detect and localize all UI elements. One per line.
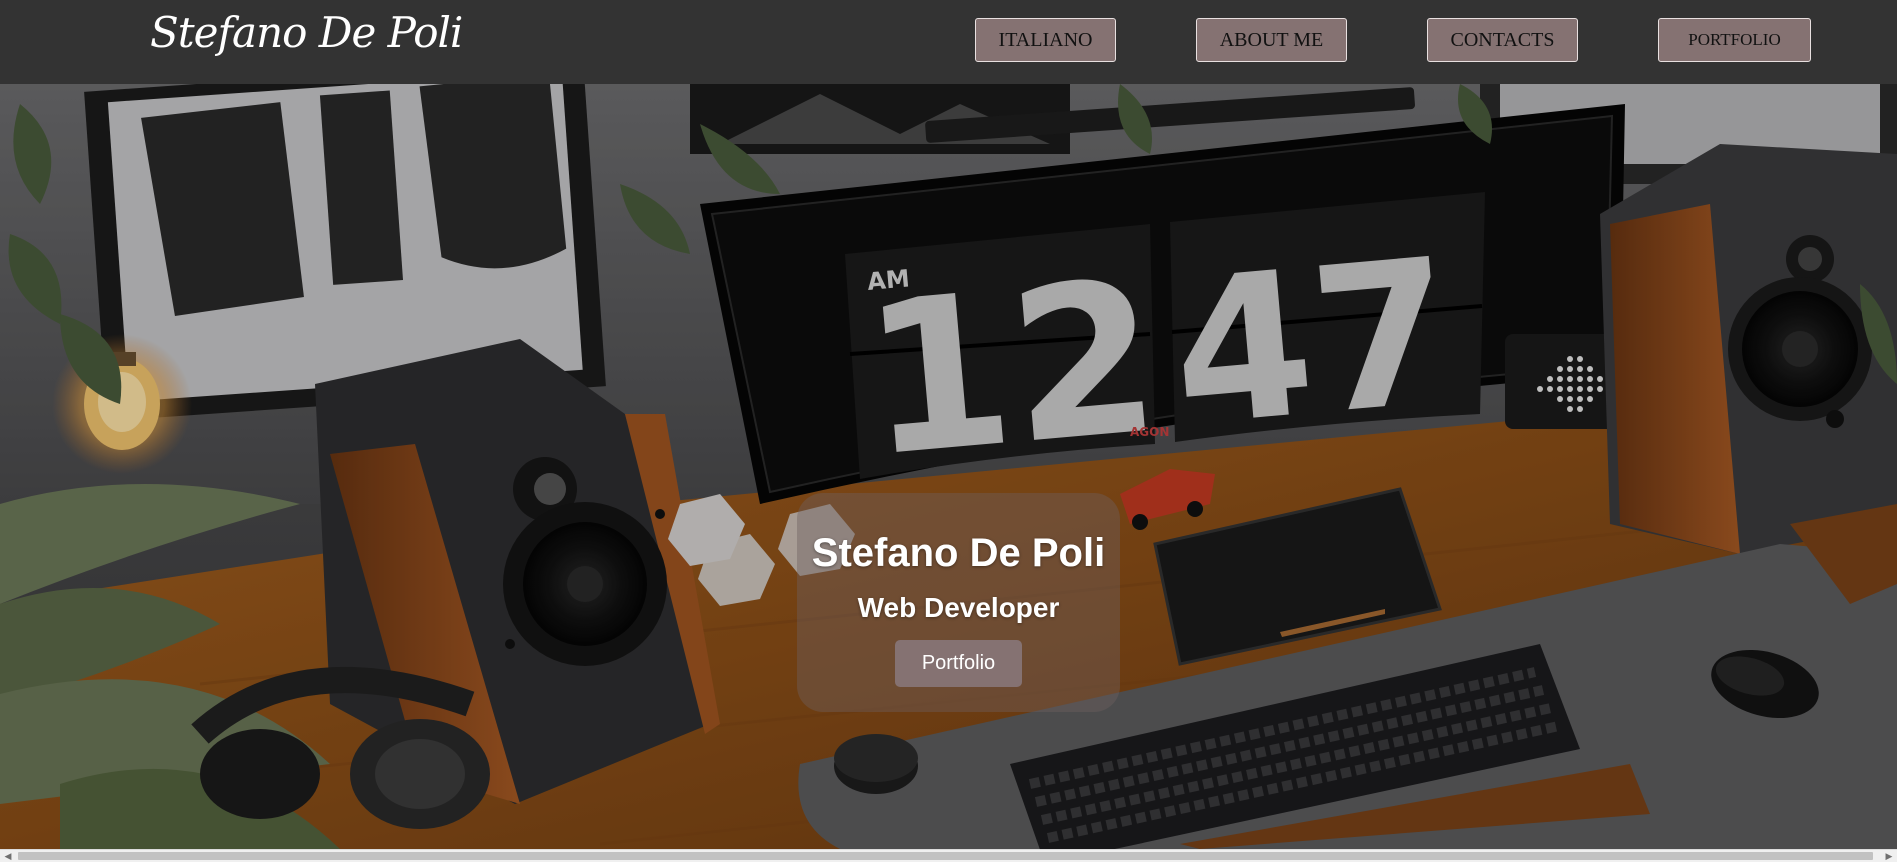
hero-role: Web Developer <box>857 592 1060 623</box>
scrollbar-thumb[interactable] <box>18 852 1873 860</box>
horizontal-scrollbar[interactable]: ◀ ▶ <box>0 849 1897 862</box>
navbar: Stefano De Poli ITALIANO ABOUT ME CONTAC… <box>0 0 1897 84</box>
hero-section: AM 12 47 AGON Stefano De Poli Web Develo… <box>0 84 1897 849</box>
hero-card: Stefano De Poli Web Developer Portfolio <box>797 493 1120 712</box>
portfolio-cta-button[interactable]: Portfolio <box>895 640 1022 687</box>
hero-background-image: AM 12 47 AGON <box>0 84 1897 849</box>
contacts-button[interactable]: CONTACTS <box>1427 18 1578 62</box>
hero-name: Stefano De Poli <box>811 531 1106 575</box>
about-me-button[interactable]: ABOUT ME <box>1196 18 1347 62</box>
brand-logo[interactable]: Stefano De Poli <box>150 8 463 57</box>
page: Stefano De Poli ITALIANO ABOUT ME CONTAC… <box>0 0 1897 862</box>
portfolio-nav-button[interactable]: PORTFOLIO <box>1658 18 1811 62</box>
scroll-left-arrow-icon[interactable]: ◀ <box>0 850 16 862</box>
italiano-button[interactable]: ITALIANO <box>975 18 1116 62</box>
scroll-right-arrow-icon[interactable]: ▶ <box>1881 850 1897 862</box>
